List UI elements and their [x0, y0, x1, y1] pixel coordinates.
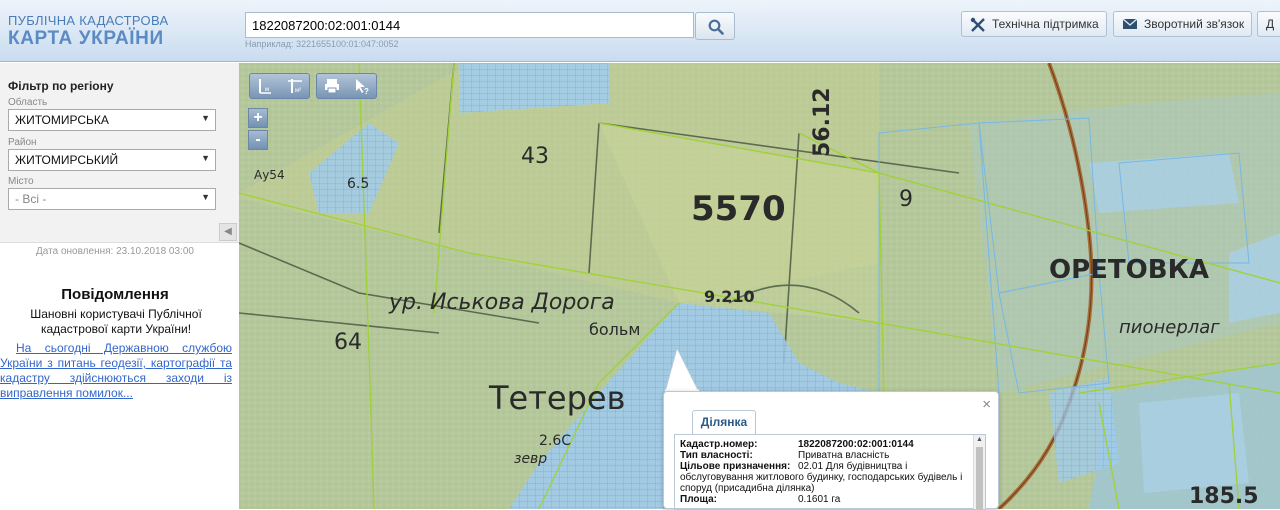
collapse-sidebar-button[interactable]: ◀ [219, 223, 237, 241]
chevron-down-icon: ▼ [201, 153, 210, 163]
feedback-label: Зворотний зв'язок [1144, 17, 1245, 31]
popup-scrollbar[interactable]: ▲ [973, 435, 985, 509]
info-value: споруд (присадибна ділянка) [680, 483, 815, 494]
measure-length-button[interactable]: м [251, 74, 279, 98]
scroll-thumb[interactable] [976, 447, 983, 509]
oblast-value: ЖИТОМИРСЬКА [15, 113, 109, 127]
extra-label: Д [1266, 17, 1275, 31]
notice-text: Шановні користувачі Публічної кадастрово… [30, 307, 202, 336]
zoom-in-button[interactable]: + [248, 108, 268, 128]
sidebar: Фільтр по регіону Область ЖИТОМИРСЬКА ▼ … [0, 63, 239, 509]
close-icon[interactable]: × [982, 396, 991, 413]
misto-label: Місто [8, 176, 34, 187]
feedback-button[interactable]: Зворотний зв'язок [1113, 11, 1252, 37]
rayon-label: Район [8, 137, 37, 148]
search-hint: Наприклад: 3221655100:01:047:0052 [245, 39, 399, 49]
map-label: 2.6С [539, 433, 571, 449]
print-info-toolbar: ? [316, 73, 377, 99]
info-key: Цільове призначення: [680, 461, 791, 472]
map-label: 43 [521, 144, 549, 169]
tab-parcel[interactable]: Ділянка [692, 410, 756, 434]
info-row-cont: обслуговування житлового будинку, господ… [680, 472, 980, 483]
support-label: Технічна підтримка [992, 17, 1099, 31]
map-label: 64 [334, 330, 362, 355]
update-date: Дата оновлення: 23.10.2018 03:00 [36, 246, 194, 257]
info-value: Приватна власність [798, 450, 890, 461]
info-value: обслуговування житлового будинку, господ… [680, 472, 963, 483]
measure-toolbar: м м² [249, 73, 310, 99]
svg-text:?: ? [364, 87, 369, 95]
chevron-down-icon: ▼ [201, 192, 210, 202]
parcel-popup: × Ділянка Кадастр.номер: 1822087200:02:0… [663, 391, 999, 510]
svg-text:м²: м² [295, 88, 301, 94]
site-logo[interactable]: ПУБЛІЧНА КАДАСТРОВА КАРТА УКРАЇНИ [8, 14, 168, 50]
map-label: пионерлаг [1119, 317, 1220, 338]
support-button[interactable]: Технічна підтримка [961, 11, 1107, 37]
search-input[interactable] [245, 12, 694, 38]
header: ПУБЛІЧНА КАДАСТРОВА КАРТА УКРАЇНИ Наприк… [0, 0, 1280, 62]
map-label: 9.210 [704, 287, 755, 306]
mail-icon [1122, 18, 1138, 29]
chevron-down-icon: ▼ [201, 113, 210, 123]
rayon-select[interactable]: ЖИТОМИРСЬКИЙ ▼ [8, 149, 216, 171]
info-key: Кадастр.номер: [680, 439, 758, 450]
notice-link[interactable]: На сьогодні Державною службою України з … [0, 341, 232, 401]
tools-icon [970, 17, 985, 32]
info-value: 02.01 Для будівництва і [798, 461, 908, 472]
map-label: Тетерев [488, 379, 625, 417]
logo-line-1: ПУБЛІЧНА КАДАСТРОВА [8, 13, 169, 28]
misto-value: - Всі - [15, 192, 47, 206]
print-button[interactable] [318, 74, 346, 98]
info-cursor-button[interactable]: ? [348, 74, 376, 98]
print-icon [325, 79, 339, 94]
map-label: ОРЕТОВКА [1049, 255, 1209, 285]
measure-length-icon: м [259, 79, 271, 94]
oblast-select[interactable]: ЖИТОМИРСЬКА ▼ [8, 109, 216, 131]
search-icon [708, 19, 724, 35]
region-filter: Фільтр по регіону Область ЖИТОМИРСЬКА ▼ … [0, 63, 239, 243]
info-value: 1822087200:02:001:0144 [798, 439, 914, 450]
filter-title: Фільтр по регіону [8, 79, 114, 93]
measure-area-button[interactable]: м² [281, 74, 309, 98]
map-label: 9 [899, 187, 913, 212]
misto-select[interactable]: - Всі - ▼ [8, 188, 216, 210]
info-value: 0.1601 га [798, 494, 841, 505]
zoom-out-button[interactable]: - [248, 130, 268, 150]
map-label: ур. Иськова Дорога [388, 290, 615, 315]
map-label: зевр [514, 451, 547, 467]
notice-title: Повідомлення [61, 286, 169, 303]
info-key: Тип власності: [680, 450, 753, 461]
parcel-info: Кадастр.номер: 1822087200:02:001:0144 Ти… [674, 434, 986, 510]
map-label: больм [589, 320, 640, 339]
scroll-up-icon[interactable]: ▲ [976, 436, 983, 443]
extra-button[interactable]: Д [1257, 11, 1280, 37]
search-button[interactable] [695, 12, 735, 40]
map-label: Ау54 [254, 168, 285, 182]
cursor-question-icon: ? [356, 79, 369, 96]
map-label: 6.5 [347, 176, 369, 192]
info-key: Площа: [680, 494, 717, 505]
rayon-value: ЖИТОМИРСЬКИЙ [15, 153, 119, 167]
oblast-label: Область [8, 97, 48, 108]
svg-text:м: м [265, 87, 269, 93]
map-label: 185.5 [1189, 484, 1259, 509]
info-row-cont: споруд (присадибна ділянка) [680, 483, 980, 494]
map-label: 5570 [691, 189, 786, 229]
measure-area-icon: м² [288, 79, 302, 94]
logo-line-2: КАРТА УКРАЇНИ [8, 28, 164, 49]
map-label: 56.12 [810, 87, 835, 157]
